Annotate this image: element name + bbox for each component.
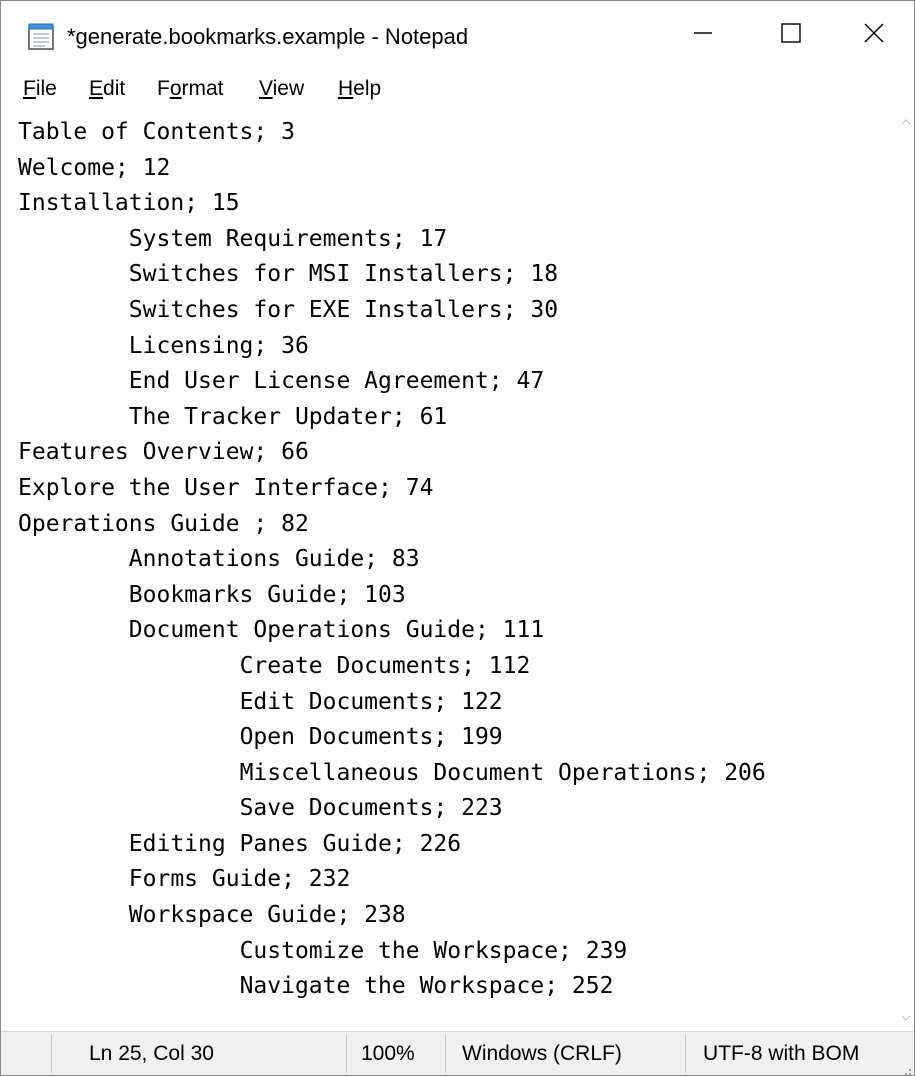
menu-edit-label: dit bbox=[103, 77, 126, 100]
maximize-icon bbox=[780, 22, 802, 49]
maximize-button[interactable] bbox=[744, 1, 838, 69]
menu-format-accel: o bbox=[169, 77, 182, 100]
menu-file-accel: F bbox=[23, 77, 36, 100]
notepad-window: *generate.bookmarks.example - Notepad Fi… bbox=[0, 0, 915, 1076]
status-encoding: UTF-8 with BOM bbox=[703, 1042, 860, 1065]
menu-view-accel: V bbox=[259, 77, 273, 100]
menu-view-label: iew bbox=[272, 77, 305, 100]
status-line-ending: Windows (CRLF) bbox=[462, 1042, 622, 1065]
status-separator bbox=[685, 1035, 686, 1073]
minimize-icon bbox=[693, 23, 713, 48]
menu-format-pre: F bbox=[157, 77, 170, 100]
menu-file-label: ile bbox=[35, 77, 57, 100]
notepad-icon[interactable] bbox=[27, 23, 57, 51]
status-separator bbox=[445, 1035, 446, 1073]
menu-help-label: elp bbox=[353, 77, 382, 100]
menu-help[interactable]: Help bbox=[338, 77, 381, 101]
close-icon bbox=[863, 22, 885, 49]
menu-help-accel: H bbox=[338, 77, 354, 100]
menu-format[interactable]: Format bbox=[157, 77, 224, 101]
vertical-scrollbar[interactable] bbox=[897, 109, 914, 1031]
menu-bar: File Edit Format View Help bbox=[1, 69, 914, 109]
status-separator bbox=[51, 1035, 52, 1073]
status-bar: Ln 25, Col 30 100% Windows (CRLF) UTF-8 … bbox=[1, 1031, 914, 1075]
menu-edit-accel: E bbox=[89, 77, 104, 100]
title-bar[interactable]: *generate.bookmarks.example - Notepad bbox=[1, 1, 914, 69]
menu-file[interactable]: File bbox=[23, 77, 57, 101]
menu-format-label: rmat bbox=[181, 77, 224, 100]
editor-text[interactable]: Table of Contents; 3 Welcome; 12 Install… bbox=[1, 109, 899, 1005]
status-position: Ln 25, Col 30 bbox=[89, 1042, 214, 1065]
status-separator bbox=[346, 1035, 347, 1073]
scroll-down-icon[interactable] bbox=[897, 1009, 914, 1026]
scroll-up-icon[interactable] bbox=[897, 113, 914, 130]
menu-edit[interactable]: Edit bbox=[89, 77, 125, 101]
resize-grip-icon[interactable] bbox=[900, 1062, 912, 1075]
text-editor[interactable]: Table of Contents; 3 Welcome; 12 Install… bbox=[1, 109, 899, 1031]
window-title: *generate.bookmarks.example - Notepad bbox=[67, 24, 469, 49]
status-zoom: 100% bbox=[361, 1042, 415, 1065]
menu-view[interactable]: View bbox=[259, 77, 304, 101]
close-button[interactable] bbox=[834, 1, 914, 69]
minimize-button[interactable] bbox=[656, 1, 750, 69]
